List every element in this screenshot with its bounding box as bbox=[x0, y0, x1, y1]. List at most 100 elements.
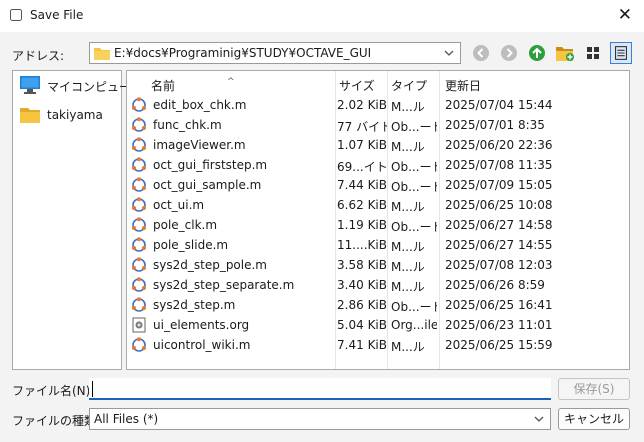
octave-file-icon bbox=[132, 97, 146, 112]
column-header-label: タイプ bbox=[391, 79, 428, 93]
icon-view-icon[interactable] bbox=[582, 42, 604, 64]
file-type: Ob...ード bbox=[391, 300, 437, 314]
detail-view-icon[interactable] bbox=[610, 42, 632, 64]
file-date: 2025/07/01 8:35 bbox=[445, 118, 545, 132]
file-type: M...ル bbox=[391, 340, 425, 354]
file-type: M...ル bbox=[391, 260, 425, 274]
file-size: 1.07 KiB bbox=[337, 138, 387, 152]
filename-label: ファイル名(N): bbox=[12, 384, 95, 398]
file-type: Org...ile bbox=[391, 318, 437, 332]
column-header-type[interactable]: タイプ bbox=[389, 71, 439, 93]
forward-icon[interactable] bbox=[500, 44, 518, 62]
computer-icon bbox=[20, 76, 40, 94]
back-icon[interactable] bbox=[472, 44, 490, 62]
filename-input[interactable] bbox=[89, 378, 551, 400]
file-row[interactable]: edit_box_chk.m 2.02 KiB M...ル 2025/07/04 15… bbox=[127, 95, 627, 115]
file-date: 2025/07/04 15:44 bbox=[445, 98, 553, 112]
octave-file-icon bbox=[132, 277, 146, 292]
file-type: M...ル bbox=[391, 280, 425, 294]
file-type: Ob...ード bbox=[391, 180, 437, 194]
file-name: uicontrol_wiki.m bbox=[153, 338, 251, 352]
address-label: アドレス: bbox=[12, 49, 65, 63]
file-date: 2025/06/25 16:41 bbox=[445, 298, 553, 312]
octave-file-icon bbox=[132, 237, 146, 252]
file-type: Ob...ード bbox=[391, 120, 437, 134]
file-row[interactable]: func_chk.m 77 バイト Ob...ード 2025/07/01 8:35 bbox=[127, 115, 627, 135]
file-size: 77 バイト bbox=[337, 120, 387, 134]
octave-file-icon bbox=[132, 257, 146, 272]
file-type: M...ル bbox=[391, 140, 425, 154]
file-name: pole_slide.m bbox=[153, 238, 229, 252]
file-size: 5.04 KiB bbox=[337, 318, 387, 332]
file-name: sys2d_step_separate.m bbox=[153, 278, 295, 292]
file-size: 1.19 KiB bbox=[337, 218, 387, 232]
column-header-name[interactable]: 名前 ^ bbox=[127, 71, 335, 93]
file-size: 7.44 KiB bbox=[337, 178, 387, 192]
octave-file-icon bbox=[132, 117, 146, 132]
file-type: Ob...ード bbox=[391, 220, 437, 234]
sort-ascending-icon: ^ bbox=[227, 77, 235, 87]
file-size: 2.02 KiB bbox=[337, 98, 387, 112]
octave-file-icon bbox=[132, 337, 146, 352]
file-row[interactable]: oct_ui.m 6.62 KiB M...ル 2025/06/25 10:08 bbox=[127, 195, 627, 215]
chevron-down-icon[interactable] bbox=[533, 413, 545, 425]
file-size: 3.58 KiB bbox=[337, 258, 387, 272]
sidebar: マイコンピュータ takiyama bbox=[12, 70, 143, 370]
file-size: 11....KiB bbox=[337, 238, 387, 252]
title-bar: Save File ✕ bbox=[0, 0, 644, 32]
file-name: ui_elements.org bbox=[153, 318, 250, 332]
chevron-down-icon[interactable] bbox=[443, 47, 455, 59]
file-row[interactable]: oct_gui_firststep.m 69...イト Ob...ード 2025/07… bbox=[127, 155, 627, 175]
file-row[interactable]: sys2d_step.m 2.86 KiB Ob...ード 2025/06/25 16… bbox=[127, 295, 627, 315]
cancel-button[interactable]: キャンセル bbox=[558, 408, 630, 430]
app-icon bbox=[10, 9, 22, 21]
file-row[interactable]: oct_gui_sample.m 7.44 KiB Ob...ード 2025/07/0… bbox=[127, 175, 627, 195]
file-type: M...ル bbox=[391, 200, 425, 214]
file-date: 2025/07/08 12:03 bbox=[445, 258, 553, 272]
file-size: 3.40 KiB bbox=[337, 278, 387, 292]
save-button[interactable]: 保存(S) bbox=[558, 378, 630, 400]
file-name: oct_gui_firststep.m bbox=[153, 158, 268, 172]
file-size: 69...イト bbox=[337, 160, 387, 174]
column-header-size[interactable]: サイズ bbox=[337, 71, 387, 93]
file-name: imageViewer.m bbox=[153, 138, 246, 152]
file-date: 2025/06/25 15:59 bbox=[445, 338, 553, 352]
file-row[interactable]: pole_clk.m 1.19 KiB Ob...ード 2025/06/27 14:5… bbox=[127, 215, 627, 235]
octave-file-icon bbox=[132, 157, 146, 172]
file-name: oct_gui_sample.m bbox=[153, 178, 262, 192]
file-row[interactable]: ui_elements.org 5.04 KiB Org...ile 2025/06/… bbox=[127, 315, 627, 335]
file-name: pole_clk.m bbox=[153, 218, 218, 232]
file-row[interactable]: sys2d_step_separate.m 3.40 KiB M...ル 2025/0… bbox=[127, 275, 627, 295]
file-date: 2025/07/09 15:05 bbox=[445, 178, 553, 192]
close-icon[interactable]: ✕ bbox=[618, 5, 632, 25]
file-date: 2025/06/27 14:55 bbox=[445, 238, 553, 252]
file-name: sys2d_step_pole.m bbox=[153, 258, 267, 272]
filetype-value: All Files (*) bbox=[94, 412, 159, 426]
file-row[interactable]: imageViewer.m 1.07 KiB M...ル 2025/06/20 22:… bbox=[127, 135, 627, 155]
column-header-label: 更新日 bbox=[445, 79, 482, 93]
file-name: edit_box_chk.m bbox=[153, 98, 247, 112]
address-combo[interactable]: E:¥docs¥Programinig¥STUDY¥OCTAVE_GUI bbox=[89, 42, 461, 64]
new-folder-icon[interactable] bbox=[555, 43, 575, 63]
text-caret bbox=[92, 381, 93, 397]
octave-file-icon bbox=[132, 217, 146, 232]
file-date: 2025/07/08 11:35 bbox=[445, 158, 553, 172]
file-date: 2025/06/20 22:36 bbox=[445, 138, 553, 152]
file-name: func_chk.m bbox=[153, 118, 222, 132]
file-name: sys2d_step.m bbox=[153, 298, 236, 312]
file-row[interactable]: pole_slide.m 11....KiB M...ル 2025/06/27 14:… bbox=[127, 235, 627, 255]
file-date: 2025/06/27 14:58 bbox=[445, 218, 553, 232]
file-date: 2025/06/23 11:01 bbox=[445, 318, 553, 332]
column-header-date[interactable]: 更新日 bbox=[441, 71, 621, 93]
parent-folder-icon[interactable] bbox=[528, 44, 546, 62]
file-type: M...ル bbox=[391, 100, 425, 114]
octave-file-icon bbox=[132, 137, 146, 152]
file-row[interactable]: uicontrol_wiki.m 7.41 KiB M...ル 2025/06/25 … bbox=[127, 335, 627, 355]
file-row[interactable]: sys2d_step_pole.m 3.58 KiB M...ル 2025/07/08… bbox=[127, 255, 627, 275]
file-name: oct_ui.m bbox=[153, 198, 205, 212]
file-list[interactable]: 名前 ^ サイズ タイプ 更新日 edit_box_chk.m 2.02 KiB M… bbox=[126, 70, 630, 370]
file-size: 2.86 KiB bbox=[337, 298, 387, 312]
filetype-select[interactable]: All Files (*) bbox=[89, 408, 551, 430]
column-header-label: 名前 bbox=[151, 79, 176, 93]
window-title: Save File bbox=[30, 8, 84, 22]
